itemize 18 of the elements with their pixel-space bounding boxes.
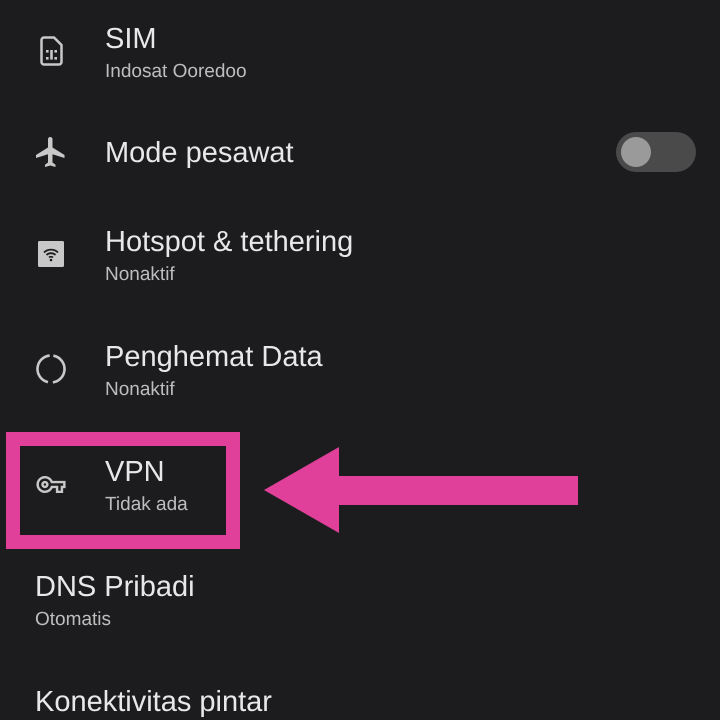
key-icon [36,476,66,492]
setting-title: Mode pesawat [105,138,295,168]
sim-card-icon [40,36,62,66]
setting-summary: Indosat Ooredoo [105,60,248,84]
wifi-square-icon [38,241,64,267]
toggle-switch[interactable] [616,132,696,172]
setting-title: SIM [105,24,158,54]
airplane-icon [36,137,66,167]
setting-summary: Nonaktif [105,263,176,287]
setting-summary: Nonaktif [105,378,176,402]
setting-summary: Otomatis [35,608,112,632]
setting-title: VPN [105,457,166,487]
setting-title: Konektivitas pintar [35,687,273,717]
ring-icon [36,354,66,384]
setting-summary: Tidak ada [105,493,189,517]
setting-title: Penghemat Data [105,342,324,372]
setting-title: Hotspot & tethering [105,227,354,257]
setting-title: DNS Pribadi [35,572,196,602]
